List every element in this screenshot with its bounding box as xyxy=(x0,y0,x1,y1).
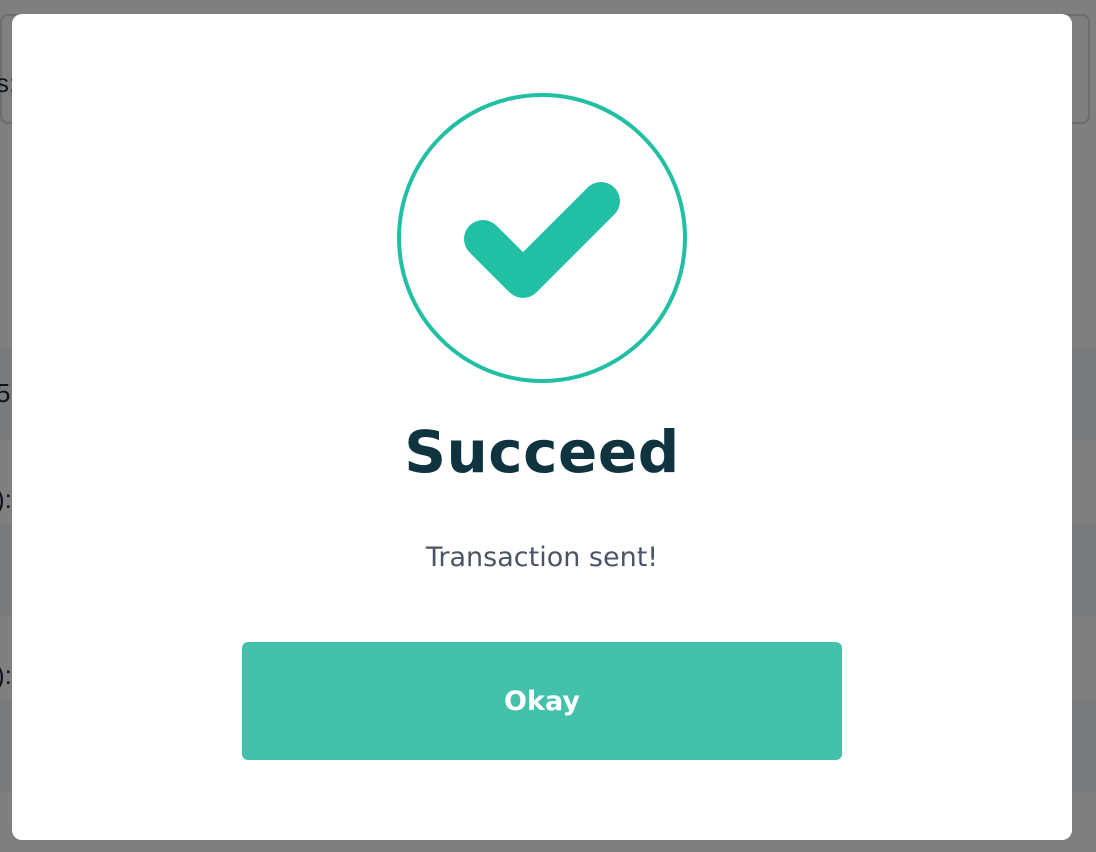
success-dialog: Succeed Transaction sent! Okay xyxy=(12,14,1072,840)
dialog-title: Succeed xyxy=(404,418,680,486)
okay-button[interactable]: Okay xyxy=(242,642,842,760)
check-circle-icon xyxy=(397,93,687,383)
dialog-message: Transaction sent! xyxy=(425,542,659,573)
page: s: 5 ): ): Succeed Transaction sent! Oka… xyxy=(0,0,1096,852)
